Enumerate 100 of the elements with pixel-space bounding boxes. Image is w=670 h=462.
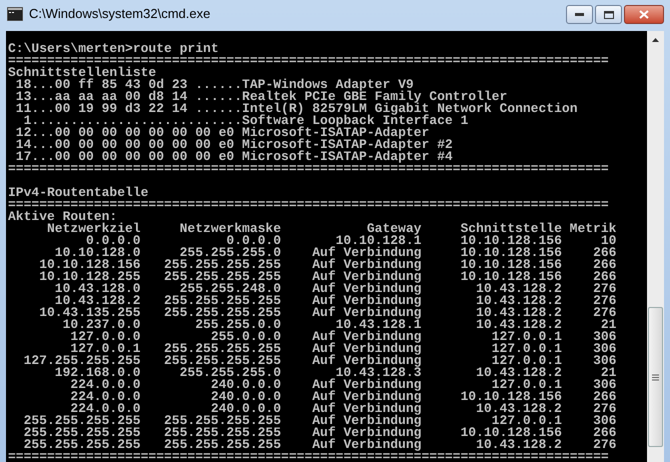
console-line: C:\Users\merten>route print xyxy=(8,43,219,55)
table-cell: 127.0.0.1 xyxy=(492,355,562,367)
console-line: Schnittstellenliste xyxy=(8,67,156,79)
table-cell: Auf Verbindung xyxy=(312,343,422,355)
table-cell: 266 xyxy=(593,247,616,259)
table-cell: 127.255.255.255 xyxy=(24,355,141,367)
table-cell: 10.43.135.255 xyxy=(39,307,141,319)
table-cell: 10.10.128.156 xyxy=(460,271,562,283)
table-cell: 255.255.255.255 xyxy=(164,439,282,451)
separator-line: ============================================================================= xyxy=(8,55,609,67)
table-cell: 10 xyxy=(600,235,616,247)
console-line: 14...00 00 00 00 00 00 00 e0 Microsoft-ISATAP-Adapter #2 xyxy=(14,139,453,151)
table-cell: 224.0.0.0 xyxy=(70,379,141,391)
table-cell: 127.0.0.1 xyxy=(492,343,562,355)
table-cell: Auf Verbindung xyxy=(312,391,422,403)
table-cell: Auf Verbindung xyxy=(312,439,422,451)
table-cell: 255.255.255.255 xyxy=(164,307,282,319)
table-cell: Auf Verbindung xyxy=(312,259,422,271)
table-cell: 10.10.128.156 xyxy=(460,391,562,403)
table-cell: 255.255.255.255 xyxy=(164,343,282,355)
table-cell: 255.255.255.255 xyxy=(24,439,141,451)
table-cell: 10.10.128.0 xyxy=(54,247,141,259)
table-cell: Auf Verbindung xyxy=(312,427,422,439)
table-cell: Auf Verbindung xyxy=(312,331,422,343)
table-cell: 10.10.128.156 xyxy=(460,259,562,271)
table-cell: 10.43.128.2 xyxy=(476,295,562,307)
table-cell: 306 xyxy=(593,355,616,367)
table-cell: 255.255.255.255 xyxy=(24,427,141,439)
table-cell: 255.255.255.255 xyxy=(24,415,141,427)
close-button[interactable] xyxy=(624,5,664,24)
table-cell: 255.255.255.255 xyxy=(164,427,282,439)
table-cell: 276 xyxy=(593,295,616,307)
separator-line: ============================================================================= xyxy=(8,199,609,211)
table-cell: 10.43.128.2 xyxy=(476,283,562,295)
table-cell: 306 xyxy=(593,331,616,343)
table-cell: Auf Verbindung xyxy=(312,271,422,283)
table-cell: 276 xyxy=(593,403,616,415)
table-cell: 224.0.0.0 xyxy=(70,391,141,403)
table-cell: 255.255.248.0 xyxy=(180,283,282,295)
table-cell: 266 xyxy=(593,271,616,283)
table-cell: 240.0.0.0 xyxy=(210,391,282,403)
table-cell: 240.0.0.0 xyxy=(210,379,282,391)
restore-icon xyxy=(604,10,614,18)
table-cell: Auf Verbindung xyxy=(312,355,422,367)
table-cell: 255.255.255.0 xyxy=(180,247,282,259)
table-cell: 10.10.128.156 xyxy=(460,427,562,439)
console-line: 12...00 00 00 00 00 00 00 e0 Microsoft-ISATAP-Adapter xyxy=(14,127,430,139)
table-cell: 10.237.0.0 xyxy=(62,319,141,331)
column-header: Netzwerkmaske xyxy=(180,223,282,235)
table-cell: 276 xyxy=(593,283,616,295)
console-line: 17...00 00 00 00 00 00 00 e0 Microsoft-ISATAP-Adapter #4 xyxy=(14,151,453,163)
console-line: 1...........................Software Loopback Interface 1 xyxy=(24,115,468,127)
table-cell: Auf Verbindung xyxy=(312,307,422,319)
scrollbar-thumb[interactable] xyxy=(648,307,663,447)
table-cell: 255.255.255.255 xyxy=(164,271,282,283)
table-cell: 255.255.0.0 xyxy=(195,319,282,331)
console-icon xyxy=(7,7,23,21)
column-header: Metrik xyxy=(570,223,616,235)
table-cell: 276 xyxy=(593,307,616,319)
table-cell: Auf Verbindung xyxy=(312,403,422,415)
table-cell: Auf Verbindung xyxy=(312,415,422,427)
table-cell: 21 xyxy=(600,367,616,379)
table-cell: 10.10.128.156 xyxy=(460,235,562,247)
table-cell: 255.255.255.0 xyxy=(180,367,282,379)
table-cell: 306 xyxy=(593,415,616,427)
table-cell: 0.0.0.0 xyxy=(226,235,282,247)
table-cell: 266 xyxy=(593,391,616,403)
table-cell: 127.0.0.1 xyxy=(492,331,562,343)
table-cell: 240.0.0.0 xyxy=(210,403,282,415)
table-cell: 127.0.0.1 xyxy=(492,379,562,391)
maximize-button[interactable] xyxy=(595,5,622,24)
table-cell: 0.0.0.0 xyxy=(86,235,141,247)
table-cell: 127.0.0.1 xyxy=(492,415,562,427)
table-cell: 10.43.128.2 xyxy=(476,319,562,331)
console-line: IPv4-Routentabelle xyxy=(8,187,148,199)
column-header: Gateway xyxy=(366,223,422,235)
table-cell: 276 xyxy=(593,439,616,451)
table-cell: 10.43.128.1 xyxy=(336,319,422,331)
table-cell: 10.43.128.2 xyxy=(476,403,562,415)
column-header: Netzwerkziel xyxy=(46,223,141,235)
table-cell: Auf Verbindung xyxy=(312,295,422,307)
separator-line: ============================================================================= xyxy=(8,451,609,462)
table-cell: 255.0.0.0 xyxy=(210,331,282,343)
table-cell: 127.0.0.1 xyxy=(70,343,141,355)
grip-icon xyxy=(652,374,659,380)
scrollbar[interactable] xyxy=(647,31,664,462)
table-cell: 10.10.128.255 xyxy=(39,271,141,283)
table-cell: 306 xyxy=(593,343,616,355)
table-cell: 10.43.128.0 xyxy=(54,283,141,295)
table-cell: 224.0.0.0 xyxy=(70,403,141,415)
table-cell: 10.43.128.2 xyxy=(476,307,562,319)
column-header: Schnittstelle xyxy=(460,223,562,235)
minimize-button[interactable] xyxy=(566,5,593,24)
table-cell: 10.43.128.2 xyxy=(476,367,562,379)
window-title: C:\Windows\system32\cmd.exe xyxy=(29,5,210,23)
table-cell: 10.43.128.2 xyxy=(54,295,141,307)
console-line: 13...aa aa aa 00 d8 14 ......Realtek PCIe GBE Family Controller xyxy=(14,91,508,103)
console-line: 11...00 19 99 d3 22 14 ......Intel(R) 82579LM Gigabit Network Connection xyxy=(14,103,578,115)
table-cell: Auf Verbindung xyxy=(312,247,422,259)
table-cell: 10.10.128.156 xyxy=(39,259,141,271)
